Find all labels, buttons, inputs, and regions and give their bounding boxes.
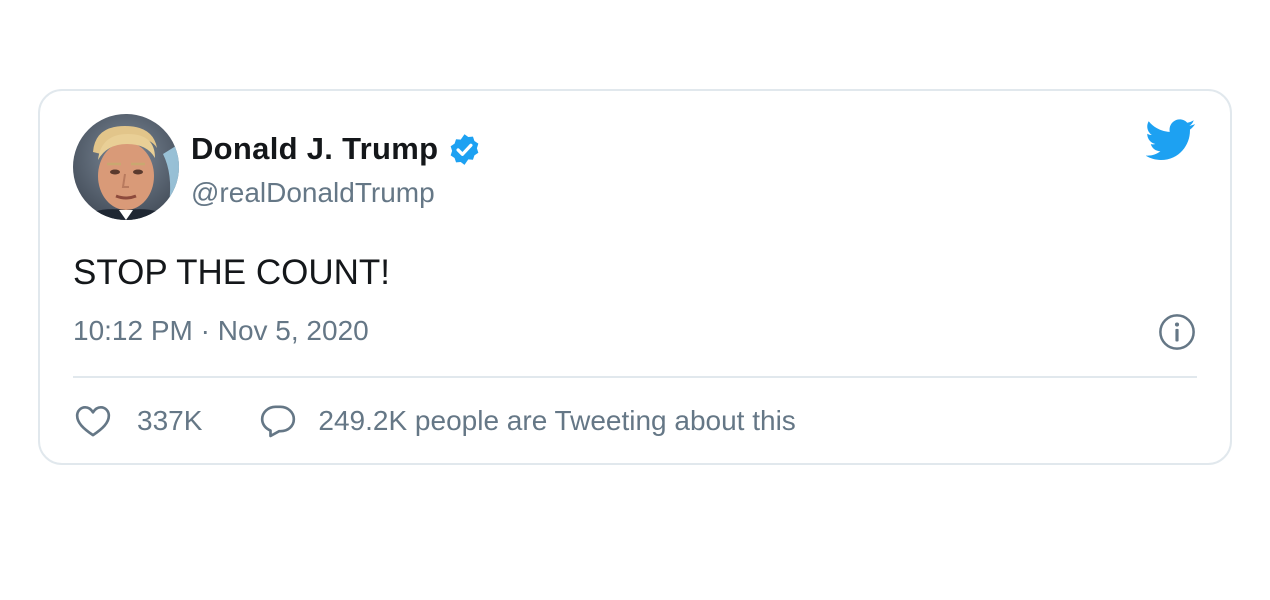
avatar[interactable] bbox=[73, 114, 179, 220]
like-button[interactable]: 337K bbox=[73, 401, 202, 441]
speech-bubble-icon bbox=[261, 405, 296, 438]
tweeting-about-link[interactable]: 249.2K people are Tweeting about this bbox=[258, 401, 796, 441]
heart-icon bbox=[75, 406, 111, 437]
tweet-actions: 337K 249.2K people are Tweeting about th… bbox=[73, 401, 796, 441]
divider bbox=[73, 376, 1197, 378]
display-name[interactable]: Donald J. Trump bbox=[191, 131, 438, 167]
tweet-text: STOP THE COUNT! bbox=[73, 253, 390, 292]
tweet-card[interactable]: Donald J. Trump @realDonaldTrump STOP TH… bbox=[38, 89, 1232, 465]
twitter-bird-icon[interactable] bbox=[1146, 118, 1196, 162]
info-icon[interactable] bbox=[1158, 313, 1196, 351]
tweeting-about-text: 249.2K people are Tweeting about this bbox=[318, 405, 796, 436]
verified-badge-icon bbox=[451, 133, 479, 165]
like-count: 337K bbox=[137, 405, 203, 436]
user-handle[interactable]: @realDonaldTrump bbox=[191, 177, 435, 209]
tweet-timestamp[interactable]: 10:12 PM · Nov 5, 2020 bbox=[73, 315, 369, 347]
display-name-row[interactable]: Donald J. Trump bbox=[191, 131, 482, 167]
